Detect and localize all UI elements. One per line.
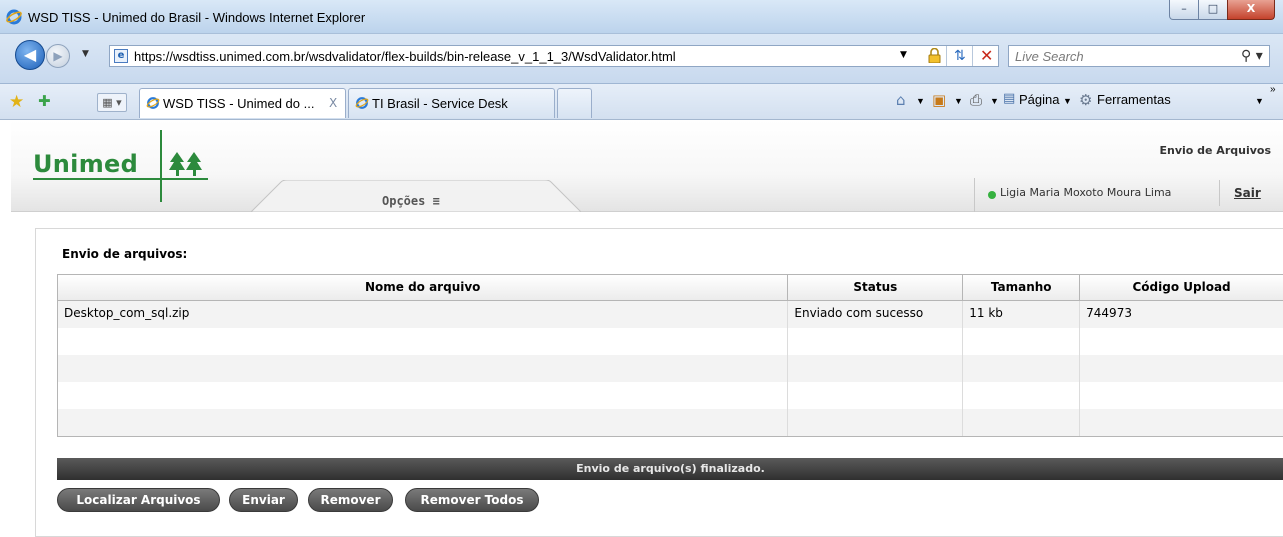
table-row[interactable]: Desktop_com_sql.zip Enviado com sucesso …: [58, 301, 1283, 328]
cell-file-name: [58, 409, 789, 436]
recent-pages-dropdown-icon[interactable]: ▼: [82, 49, 89, 59]
options-menu[interactable]: Opções ≡: [382, 194, 440, 208]
stop-icon[interactable]: ✕: [980, 46, 993, 65]
feeds-dropdown-icon[interactable]: ▼: [954, 96, 963, 106]
cell-file-name: [58, 382, 789, 409]
new-tab-button[interactable]: [557, 88, 592, 118]
cell-size: [963, 409, 1081, 436]
column-header-size[interactable]: Tamanho: [963, 275, 1081, 300]
column-header-upload-code[interactable]: Código Upload: [1080, 275, 1283, 300]
gear-icon: ⚙: [1079, 91, 1093, 109]
url-text[interactable]: https://wsdtiss.unimed.com.br/wsdvalidat…: [134, 49, 676, 64]
tab-label: TI Brasil - Service Desk: [372, 96, 508, 111]
upload-panel: Envio de arquivos: Nome do arquivo Statu…: [35, 228, 1283, 537]
logo-divider: [33, 178, 208, 180]
cell-status: [788, 355, 964, 382]
unimed-tree-logo-icon: [169, 152, 202, 176]
quick-tabs-button[interactable]: ▦ ▾: [97, 93, 127, 112]
address-field[interactable]: e https://wsdtiss.unimed.com.br/wsdvalid…: [109, 45, 999, 67]
divider: [1219, 180, 1220, 206]
tools-menu[interactable]: Ferramentas: [1097, 92, 1171, 107]
remove-button[interactable]: Remover: [308, 488, 393, 512]
favorites-star-icon[interactable]: ★: [9, 92, 24, 112]
minimize-button[interactable]: –: [1169, 0, 1199, 20]
close-window-button[interactable]: X: [1227, 0, 1275, 20]
add-favorite-icon[interactable]: ✚: [38, 92, 51, 110]
internet-explorer-icon: [146, 97, 160, 109]
tools-menu-dropdown-icon[interactable]: ▼: [1255, 96, 1264, 106]
maximize-button[interactable]: □: [1198, 0, 1228, 20]
upload-table: Nome do arquivo Status Tamanho Código Up…: [57, 274, 1283, 437]
browse-files-button[interactable]: Localizar Arquivos: [57, 488, 220, 512]
page-title: Envio de Arquivos: [1159, 144, 1271, 157]
home-icon[interactable]: ⌂: [896, 91, 906, 109]
table-row[interactable]: [58, 409, 1283, 436]
home-dropdown-icon[interactable]: ▼: [916, 96, 925, 106]
print-icon[interactable]: ⎙: [970, 91, 982, 109]
cell-status: [788, 328, 964, 355]
tab-label: WSD TISS - Unimed do ...: [163, 96, 315, 111]
address-toolbar: ◀ ▶ ▼ e https://wsdtiss.unimed.com.br/ws…: [0, 34, 1283, 84]
close-tab-icon[interactable]: X: [329, 96, 337, 110]
cell-status: [788, 382, 964, 409]
cell-upload-code: [1080, 355, 1283, 382]
print-dropdown-icon[interactable]: ▼: [990, 96, 999, 106]
window-titlebar: WSD TISS - Unimed do Brasil - Windows In…: [0, 0, 1283, 34]
cell-status: [788, 409, 964, 436]
send-button[interactable]: Enviar: [229, 488, 298, 512]
upload-status-message: Envio de arquivo(s) finalizado.: [57, 458, 1283, 480]
logout-link[interactable]: Sair: [1234, 186, 1261, 200]
column-header-status[interactable]: Status: [788, 275, 964, 300]
user-name: Ligia Maria Moxoto Moura Lima: [1000, 186, 1172, 199]
page-menu-dropdown-icon[interactable]: ▼: [1063, 96, 1072, 106]
cell-upload-code: 744973: [1080, 301, 1283, 328]
cell-file-name: Desktop_com_sql.zip: [58, 301, 789, 328]
search-icon[interactable]: ⚲ ▾: [1241, 48, 1263, 64]
window-title: WSD TISS - Unimed do Brasil - Windows In…: [28, 10, 366, 25]
table-body: Desktop_com_sql.zip Enviado com sucesso …: [58, 301, 1283, 436]
cell-size: [963, 382, 1081, 409]
internet-explorer-icon: [355, 97, 369, 109]
cell-upload-code: [1080, 328, 1283, 355]
page-menu-icon: ▤: [1003, 91, 1016, 106]
logo-divider: [160, 130, 162, 202]
feeds-icon[interactable]: ▣: [932, 91, 946, 109]
unimed-logo-text: Unimed: [33, 150, 139, 178]
tab-service-desk[interactable]: TI Brasil - Service Desk: [348, 88, 555, 118]
search-placeholder: Live Search: [1015, 49, 1084, 64]
page-icon: e: [114, 49, 128, 63]
page-menu[interactable]: Página: [1019, 92, 1059, 107]
section-title: Envio de arquivos:: [62, 247, 188, 261]
url-dropdown-icon[interactable]: ▼: [900, 50, 907, 60]
divider: [946, 46, 947, 66]
web-page: Unimed Opções ≡ Envio de Arquivos Ligia …: [11, 120, 1283, 537]
cell-status: Enviado com sucesso: [788, 301, 964, 328]
divider: [972, 46, 973, 66]
cell-size: [963, 355, 1081, 382]
user-area: Ligia Maria Moxoto Moura Lima Sair: [974, 178, 1283, 212]
column-header-file-name[interactable]: Nome do arquivo: [58, 275, 789, 300]
cell-upload-code: [1080, 382, 1283, 409]
cell-size: 11 kb: [963, 301, 1081, 328]
chevron-more-icon[interactable]: »: [1270, 84, 1276, 95]
app-header: Unimed Opções ≡ Envio de Arquivos Ligia …: [11, 120, 1283, 212]
cell-upload-code: [1080, 409, 1283, 436]
online-status-icon: [988, 191, 996, 199]
forward-button[interactable]: ▶: [46, 44, 70, 68]
tab-wsd-tiss[interactable]: WSD TISS - Unimed do ... X: [139, 88, 346, 118]
cell-size: [963, 328, 1081, 355]
remove-all-button[interactable]: Remover Todos: [405, 488, 539, 512]
table-row[interactable]: [58, 382, 1283, 409]
table-header: Nome do arquivo Status Tamanho Código Up…: [58, 275, 1283, 301]
table-row[interactable]: [58, 328, 1283, 355]
tab-bar: ★ ✚ ▦ ▾ WSD TISS - Unimed do ... X TI Br…: [0, 84, 1283, 120]
cell-file-name: [58, 355, 789, 382]
cell-file-name: [58, 328, 789, 355]
internet-explorer-icon: [6, 9, 22, 25]
lock-icon[interactable]: [928, 48, 941, 63]
search-field[interactable]: Live Search ⚲ ▾: [1008, 45, 1270, 67]
refresh-icon[interactable]: ⇅: [954, 48, 966, 64]
back-button[interactable]: ◀: [15, 40, 45, 70]
table-row[interactable]: [58, 355, 1283, 382]
